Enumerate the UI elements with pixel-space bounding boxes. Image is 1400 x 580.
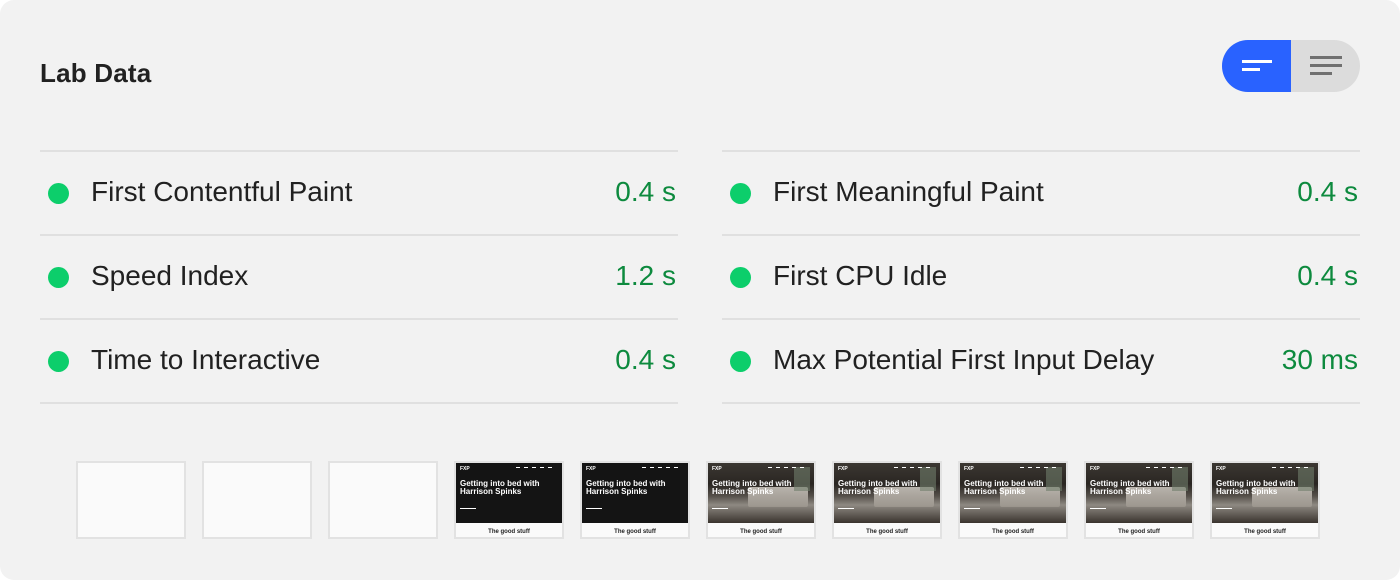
pass-status-icon [48, 267, 69, 288]
frame-nav [1146, 467, 1186, 468]
frame-logo: FXP [838, 466, 848, 472]
summary-lines-icon [1241, 58, 1273, 74]
detailed-view-button[interactable] [1291, 40, 1360, 92]
metrics-column-right: First Meaningful Paint 0.4 s First CPU I… [722, 150, 1360, 404]
frame-headline: Getting into bed with Harrison Spinks [1090, 479, 1170, 496]
filmstrip-frame[interactable]: FXP Getting into bed with Harrison Spinks… [1084, 461, 1194, 539]
metric-value: 0.4 s [615, 344, 676, 375]
metric-row: First CPU Idle 0.4 s [722, 234, 1360, 318]
metric-value: 0.4 s [1297, 176, 1358, 207]
metrics-column-left: First Contentful Paint 0.4 s Speed Index… [40, 150, 678, 404]
filmstrip-frame[interactable] [328, 461, 438, 539]
frame-logo: FXP [586, 466, 596, 472]
filmstrip-frame[interactable]: FXP Getting into bed with Harrison Spinks… [706, 461, 816, 539]
metric-row: First Contentful Paint 0.4 s [40, 150, 678, 234]
frame-nav [894, 467, 934, 468]
metric-label: Max Potential First Input Delay [773, 344, 1155, 375]
metric-label: First CPU Idle [773, 260, 948, 291]
section-title: Lab Data [40, 58, 152, 88]
frame-cta [460, 505, 476, 509]
metric-row: Speed Index 1.2 s [40, 234, 678, 318]
frame-headline: Getting into bed with Harrison Spinks [964, 479, 1044, 496]
frame-headline: Getting into bed with Harrison Spinks [712, 479, 792, 496]
filmstrip-frame[interactable]: FXP Getting into bed with Harrison Spinks… [958, 461, 1068, 539]
frame-cta [838, 505, 854, 509]
pass-status-icon [730, 183, 751, 204]
frame-logo: FXP [460, 466, 470, 472]
frame-nav [768, 467, 808, 468]
pass-status-icon [48, 351, 69, 372]
frame-logo: FXP [1090, 466, 1100, 472]
frame-caption: The good stuff [488, 529, 530, 535]
filmstrip-frame[interactable] [76, 461, 186, 539]
frame-nav [642, 467, 682, 468]
frame-caption: The good stuff [866, 529, 908, 535]
filmstrip-frame[interactable]: FXP Getting into bed with Harrison Spinks… [832, 461, 942, 539]
metric-value: 30 ms [1281, 344, 1358, 375]
frame-cta [1216, 505, 1232, 509]
frame-headline: Getting into bed with Harrison Spinks [1216, 479, 1296, 496]
filmstrip-frame[interactable]: FXP Getting into bed with Harrison Spinks… [1210, 461, 1320, 539]
filmstrip-frame[interactable]: FXP Getting into bed with Harrison Spinks… [580, 461, 690, 539]
metric-row: First Meaningful Paint 0.4 s [722, 150, 1360, 234]
filmstrip-frame[interactable]: FXP Getting into bed with Harrison Spinks… [454, 461, 564, 539]
metric-value: 1.2 s [615, 260, 676, 291]
frame-logo: FXP [964, 466, 974, 472]
metric-label: First Meaningful Paint [773, 176, 1044, 207]
pass-status-icon [730, 351, 751, 372]
frame-headline: Getting into bed with Harrison Spinks [460, 479, 540, 496]
frame-caption: The good stuff [992, 529, 1034, 535]
detailed-lines-icon [1309, 55, 1343, 77]
frame-cta [964, 505, 980, 509]
pass-status-icon [48, 183, 69, 204]
frame-headline: Getting into bed with Harrison Spinks [838, 479, 918, 496]
frame-logo: FXP [1216, 466, 1226, 472]
metric-value: 0.4 s [615, 176, 676, 207]
frame-caption: The good stuff [740, 529, 782, 535]
frame-nav [1020, 467, 1060, 468]
frame-nav [1272, 467, 1312, 468]
frame-logo: FXP [712, 466, 722, 472]
lab-data-card: Lab Data First Contentful Paint 0.4 s Sp… [0, 0, 1400, 580]
frame-cta [712, 505, 728, 509]
metric-value: 0.4 s [1297, 260, 1358, 291]
filmstrip-frame[interactable] [202, 461, 312, 539]
metric-label: First Contentful Paint [91, 176, 353, 207]
pass-status-icon [730, 267, 751, 288]
frame-nav [516, 467, 556, 468]
frame-cta [1090, 505, 1106, 509]
metric-label: Time to Interactive [91, 344, 321, 375]
metric-row: Time to Interactive 0.4 s [40, 318, 678, 404]
frame-caption: The good stuff [1118, 529, 1160, 535]
view-toggle [1222, 40, 1360, 92]
frame-caption: The good stuff [1244, 529, 1286, 535]
frame-caption: The good stuff [614, 529, 656, 535]
filmstrip: FXP Getting into bed with Harrison Spinks… [76, 461, 1320, 539]
metric-row: Max Potential First Input Delay 30 ms [722, 318, 1360, 404]
summary-view-button[interactable] [1222, 40, 1291, 92]
frame-cta [586, 505, 602, 509]
metric-label: Speed Index [91, 260, 249, 291]
frame-headline: Getting into bed with Harrison Spinks [586, 479, 666, 496]
